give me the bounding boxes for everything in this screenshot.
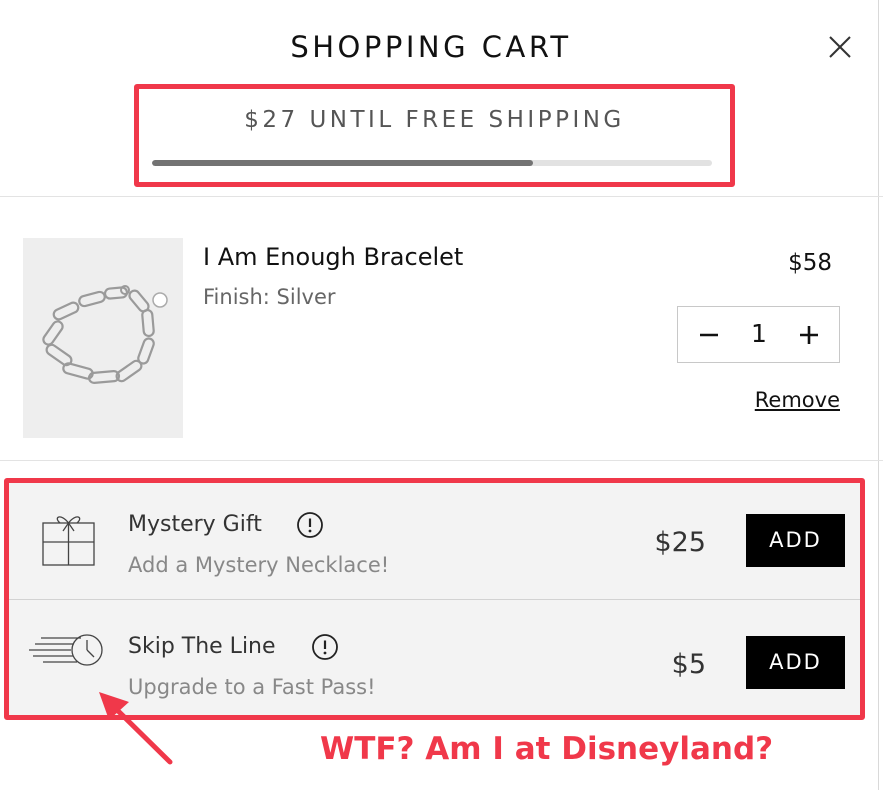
item-divider (0, 460, 883, 461)
bracelet-image-icon (42, 285, 168, 384)
gift-box-icon (41, 511, 97, 569)
plus-icon (800, 326, 818, 344)
upsell-subtitle: Add a Mystery Necklace! (128, 553, 390, 577)
upsell-price: $25 (654, 527, 706, 558)
minus-icon (700, 333, 718, 337)
decrease-quantity-button[interactable] (694, 318, 724, 352)
upsell-title: Mystery Gift (128, 512, 262, 537)
header-divider (0, 196, 883, 197)
info-icon[interactable] (296, 511, 324, 539)
add-skip-the-line-button[interactable]: ADD (746, 636, 845, 689)
free-shipping-banner: $27 UNTIL FREE SHIPPING (134, 84, 735, 187)
increase-quantity-button[interactable] (794, 318, 824, 352)
product-finish: Finish: Silver (203, 285, 336, 309)
page-title: SHOPPING CART (290, 30, 572, 64)
free-shipping-message: $27 UNTIL FREE SHIPPING (244, 107, 625, 133)
annotation-text: WTF? Am I at Disneyland? (320, 731, 774, 767)
annotation-arrow-icon (95, 690, 180, 770)
product-image[interactable] (23, 238, 183, 438)
upsell-title: Skip The Line (128, 634, 276, 659)
quantity-value[interactable]: 1 (738, 319, 780, 348)
remove-item-link[interactable]: Remove (750, 388, 840, 412)
panel-right-edge (878, 0, 879, 790)
info-icon[interactable] (311, 633, 339, 661)
fast-clock-icon (29, 630, 107, 670)
close-icon (829, 36, 851, 58)
free-shipping-progress-track (152, 160, 712, 166)
upsell-row-mystery-gift: Mystery Gift Add a Mystery Necklace! $25… (9, 483, 860, 599)
upsell-section: Mystery Gift Add a Mystery Necklace! $25… (4, 478, 865, 720)
product-price: $58 (788, 250, 832, 276)
quantity-stepper: 1 (677, 306, 840, 363)
product-name[interactable]: I Am Enough Bracelet (203, 243, 463, 271)
close-button[interactable] (826, 33, 854, 61)
add-mystery-gift-button[interactable]: ADD (746, 514, 845, 567)
free-shipping-progress-fill (152, 160, 533, 166)
upsell-price: $5 (671, 649, 706, 680)
